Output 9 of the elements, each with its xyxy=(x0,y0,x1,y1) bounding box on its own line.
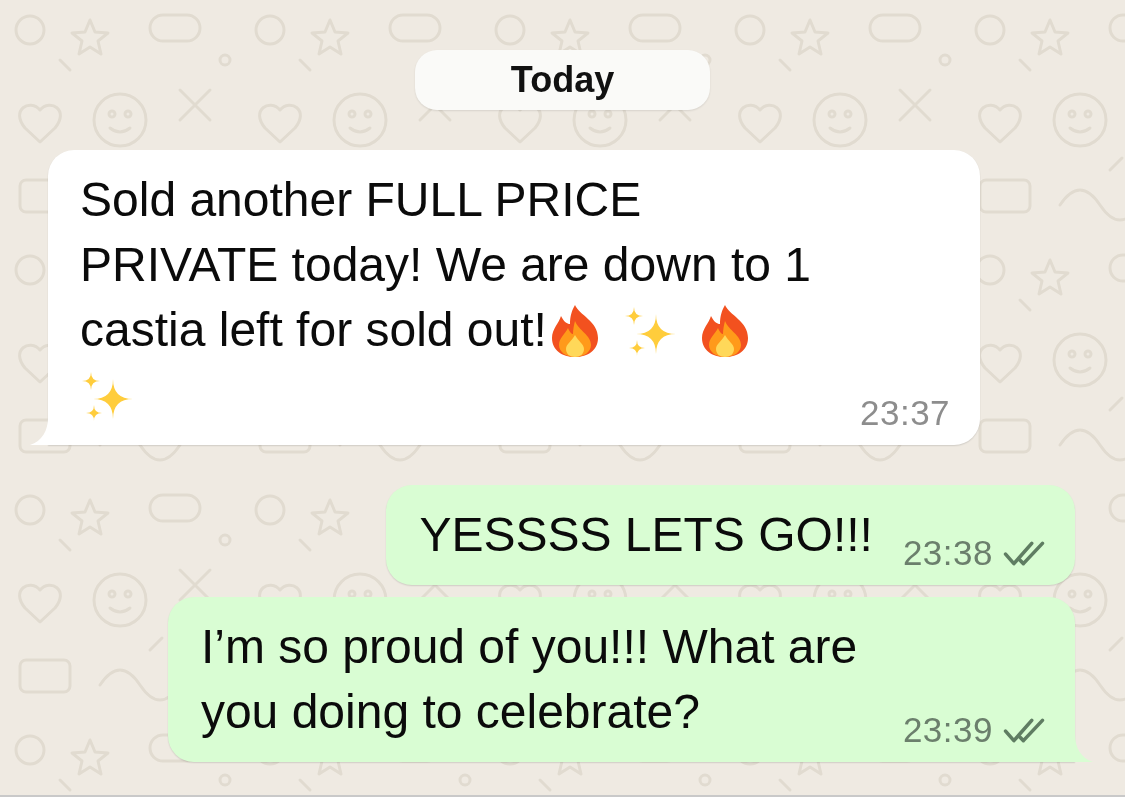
fire-icon xyxy=(550,304,599,358)
fire-icon xyxy=(700,304,749,358)
message-time: 23:39 xyxy=(902,716,993,744)
message-text: I’m so proud of you!!! What are you doing to celebrate? xyxy=(200,619,859,740)
message-time: 23:37 xyxy=(860,399,951,427)
message-text: YESSSS LETS GO!!! xyxy=(419,507,873,563)
message-time: 23:38 xyxy=(902,539,993,567)
message-text: Sold another FULL PRICE PRIVATE today! We are down to 1 castia left for sold out! xyxy=(80,167,830,427)
date-divider: Today xyxy=(414,50,711,110)
